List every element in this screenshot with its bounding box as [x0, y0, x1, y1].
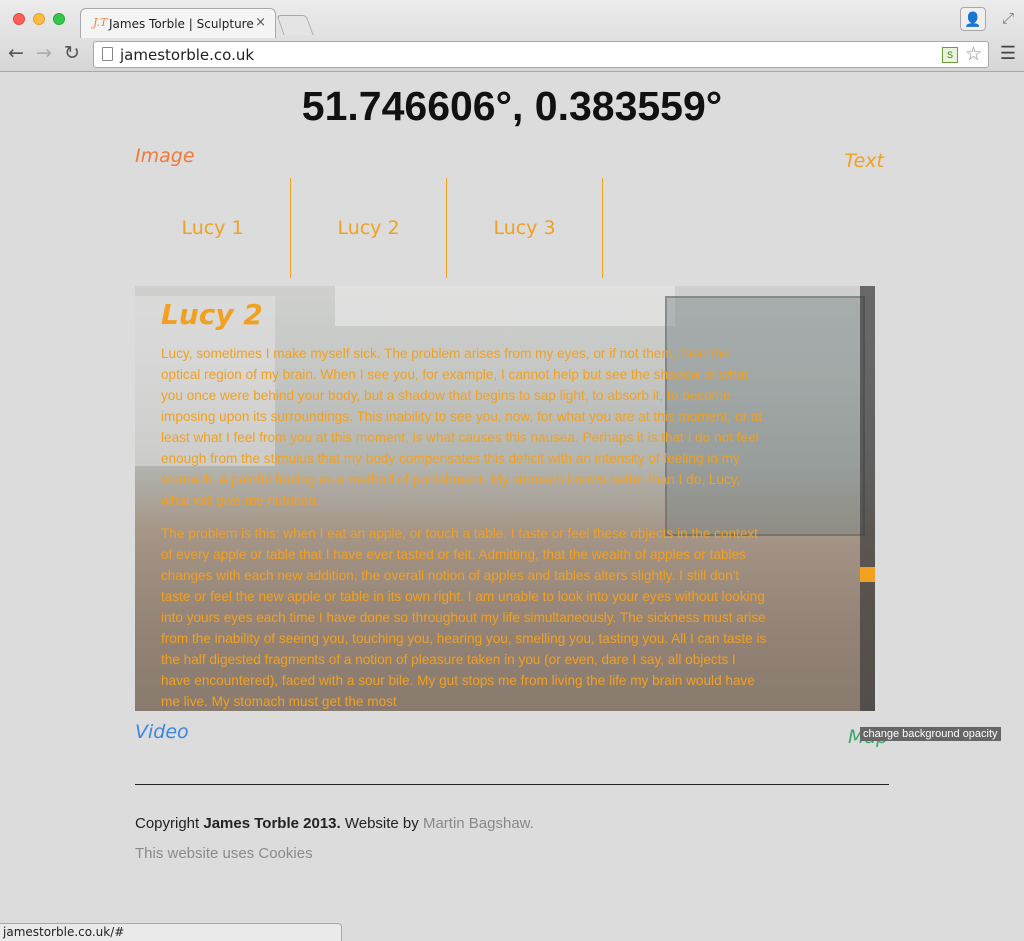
- copyright-owner: James Torble 2013.: [203, 815, 341, 832]
- address-bar[interactable]: jamestorble.co.uk S ☆: [93, 41, 989, 68]
- browser-tab[interactable]: J.T James Torble | Sculpture ×: [80, 8, 276, 38]
- window-minimize-button[interactable]: [33, 13, 45, 25]
- window-maximize-button[interactable]: [53, 13, 65, 25]
- new-tab-button[interactable]: [276, 15, 314, 35]
- reload-icon[interactable]: ↻: [64, 42, 80, 64]
- fullscreen-icon[interactable]: ⤢: [1002, 9, 1014, 27]
- copyright-prefix: Copyright: [135, 815, 204, 832]
- change-opacity-button[interactable]: change background opacity: [860, 727, 1001, 741]
- profile-icon[interactable]: 👤: [960, 7, 986, 31]
- website-by-text: Website by: [340, 815, 423, 832]
- text-panel: Lucy 2 Lucy, sometimes I make myself sic…: [135, 286, 875, 711]
- cookies-notice[interactable]: This website uses Cookies: [135, 845, 313, 862]
- coordinates-heading: 51.746606°, 0.383559°: [301, 83, 723, 129]
- forward-arrow-icon[interactable]: →: [36, 42, 52, 64]
- menu-icon[interactable]: ☰: [1000, 43, 1016, 64]
- lucy-nav: Lucy 1 Lucy 2 Lucy 3: [135, 178, 603, 278]
- text-link[interactable]: Text: [844, 150, 884, 172]
- star-icon[interactable]: ☆: [965, 43, 982, 66]
- window-close-button[interactable]: [13, 13, 25, 25]
- tab-close-icon[interactable]: ×: [255, 15, 266, 30]
- tab-title: James Torble | Sculpture: [109, 17, 254, 31]
- video-link[interactable]: Video: [135, 721, 189, 743]
- lucy-2-link[interactable]: Lucy 2: [291, 178, 447, 278]
- footer-copyright: Copyright James Torble 2013. Website by …: [135, 815, 534, 832]
- extension-icon[interactable]: S: [942, 47, 958, 63]
- page-icon: [102, 47, 113, 61]
- footer-divider: [135, 784, 889, 785]
- status-bar: jamestorble.co.uk/#: [0, 923, 342, 941]
- author-link[interactable]: Martin Bagshaw.: [423, 815, 534, 832]
- favicon-icon: J.T: [93, 16, 108, 29]
- panel-scrollbar-thumb[interactable]: [860, 567, 875, 582]
- browser-chrome: J.T James Torble | Sculpture × 👤 ⤢ ← → ↻…: [0, 0, 1024, 72]
- panel-content: Lucy 2 Lucy, sometimes I make myself sic…: [161, 298, 769, 711]
- panel-scrollbar[interactable]: [860, 286, 875, 711]
- lucy-3-link[interactable]: Lucy 3: [447, 178, 603, 278]
- back-arrow-icon[interactable]: ←: [8, 42, 24, 64]
- lucy-1-link[interactable]: Lucy 1: [135, 178, 291, 278]
- url-text[interactable]: jamestorble.co.uk: [120, 46, 254, 64]
- panel-paragraph: Lucy, sometimes I make myself sick. The …: [161, 346, 763, 508]
- panel-title: Lucy 2: [161, 298, 263, 331]
- panel-paragraph: The problem is this: when I eat an apple…: [161, 526, 767, 709]
- image-link[interactable]: Image: [135, 145, 195, 167]
